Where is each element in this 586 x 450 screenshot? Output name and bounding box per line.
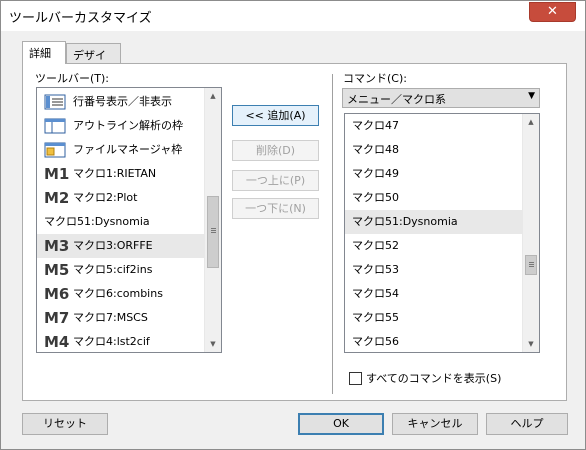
macro-icon: M5 — [44, 261, 70, 279]
command-item-label: マクロ53 — [352, 263, 399, 276]
toolbar-item[interactable]: マクロ51:Dysnomia — [37, 210, 205, 234]
toolbar-item-label: マクロ2:Plot — [73, 191, 138, 204]
command-item-label: マクロ55 — [352, 311, 399, 324]
command-item[interactable]: マクロ52 — [345, 234, 523, 258]
line-number-icon — [44, 94, 66, 110]
command-item-label: マクロ50 — [352, 191, 399, 204]
command-category-value: メニュー／マクロ系 — [347, 93, 446, 106]
command-listbox[interactable]: マクロ47 マクロ48 マクロ49 マクロ50 マクロ51:Dysnomia マ… — [344, 113, 540, 353]
toolbar-item-label: マクロ7:MSCS — [73, 311, 148, 324]
macro-icon: M7 — [44, 309, 70, 327]
command-item-label: マクロ52 — [352, 239, 399, 252]
toolbar-item[interactable]: M6 マクロ6:combins — [37, 282, 205, 306]
toolbar-item[interactable]: M1 マクロ1:RIETAN — [37, 162, 205, 186]
command-item-label: マクロ48 — [352, 143, 399, 156]
macro-icon: M3 — [44, 237, 70, 255]
command-item[interactable]: マクロ47 — [345, 114, 523, 138]
scroll-thumb[interactable] — [207, 196, 219, 268]
scroll-down-arrow-icon[interactable]: ▼ — [523, 336, 539, 352]
command-item[interactable]: マクロ56 — [345, 330, 523, 352]
command-item-selected[interactable]: マクロ51:Dysnomia — [345, 210, 523, 234]
customize-toolbar-dialog: ツールバーカスタマイズ ✕ 詳細 デザイン ツールバー(T): 行番号表示／非表… — [0, 0, 586, 450]
dialog-title: ツールバーカスタマイズ — [9, 11, 152, 26]
scroll-up-arrow-icon[interactable]: ▲ — [205, 88, 221, 104]
toolbar-item[interactable]: ファイルマネージャ枠 — [37, 138, 205, 162]
scroll-thumb[interactable] — [525, 255, 537, 275]
add-button[interactable]: << 追加(A) — [232, 105, 319, 126]
toolbar-item-label: アウトライン解析の枠 — [73, 119, 183, 132]
toolbar-item-label: 行番号表示／非表示 — [73, 95, 172, 108]
chevron-down-icon: ▼ — [528, 91, 535, 101]
move-down-button[interactable]: 一つ下に(N) — [232, 198, 319, 219]
command-item-label: マクロ51:Dysnomia — [352, 215, 458, 228]
toolbar-item[interactable]: 行番号表示／非表示 — [37, 90, 205, 114]
column-divider — [332, 74, 333, 394]
title-bar: ツールバーカスタマイズ ✕ — [1, 1, 585, 31]
tab-design[interactable]: デザイン — [66, 43, 121, 78]
remove-button[interactable]: 削除(D) — [232, 140, 319, 161]
scroll-up-arrow-icon[interactable]: ▲ — [523, 114, 539, 130]
toolbar-item-label: ファイルマネージャ枠 — [73, 143, 183, 156]
ok-button[interactable]: OK — [298, 413, 384, 435]
command-item-label: マクロ47 — [352, 119, 399, 132]
reset-button[interactable]: リセット — [22, 413, 108, 435]
macro-icon: M2 — [44, 189, 70, 207]
toolbar-item[interactable]: M5 マクロ5:cif2ins — [37, 258, 205, 282]
command-category-select[interactable]: メニュー／マクロ系 ▼ — [342, 88, 540, 108]
toolbar-item[interactable]: アウトライン解析の枠 — [37, 114, 205, 138]
command-list-label: コマンド(C): — [343, 72, 407, 85]
macro-icon: M6 — [44, 285, 70, 303]
show-all-commands-label[interactable]: すべてのコマンドを表示(S) — [366, 370, 501, 386]
macro-icon: M4 — [44, 333, 70, 351]
file-manager-icon — [44, 142, 66, 158]
move-up-button[interactable]: 一つ上に(P) — [232, 170, 319, 191]
toolbar-list-scrollbar[interactable]: ▲ ▼ — [204, 88, 221, 352]
command-item-label: マクロ54 — [352, 287, 399, 300]
toolbar-item-label: マクロ1:RIETAN — [73, 167, 157, 180]
toolbar-listbox[interactable]: 行番号表示／非表示 アウトライン解析の枠 ファイルマネージャ枠 M1 マクロ1:… — [36, 87, 222, 353]
toolbar-item-label: マクロ5:cif2ins — [73, 263, 153, 276]
toolbar-item-label: マクロ4:lst2cif — [73, 335, 150, 348]
toolbar-item[interactable]: M2 マクロ2:Plot — [37, 186, 205, 210]
command-item[interactable]: マクロ50 — [345, 186, 523, 210]
toolbar-item-label: マクロ51:Dysnomia — [44, 215, 150, 228]
toolbar-item[interactable]: M4 マクロ4:lst2cif — [37, 330, 205, 352]
scroll-down-arrow-icon[interactable]: ▼ — [205, 336, 221, 352]
toolbar-item-selected[interactable]: M3 マクロ3:ORFFE — [37, 234, 205, 258]
help-button[interactable]: ヘルプ — [486, 413, 568, 435]
close-button[interactable]: ✕ — [529, 2, 576, 22]
command-item[interactable]: マクロ54 — [345, 282, 523, 306]
command-item[interactable]: マクロ55 — [345, 306, 523, 330]
toolbar-item[interactable]: M7 マクロ7:MSCS — [37, 306, 205, 330]
toolbar-item-label: マクロ3:ORFFE — [73, 239, 153, 252]
command-item-label: マクロ49 — [352, 167, 399, 180]
tab-detail[interactable]: 詳細 — [22, 41, 66, 64]
show-all-commands-checkbox[interactable] — [349, 372, 362, 385]
macro-icon: M1 — [44, 165, 70, 183]
command-list-scrollbar[interactable]: ▲ ▼ — [522, 114, 539, 352]
toolbar-item-label: マクロ6:combins — [73, 287, 163, 300]
command-item[interactable]: マクロ49 — [345, 162, 523, 186]
command-item[interactable]: マクロ48 — [345, 138, 523, 162]
command-item-label: マクロ56 — [352, 335, 399, 348]
command-item[interactable]: マクロ53 — [345, 258, 523, 282]
toolbar-list-label: ツールバー(T): — [35, 72, 110, 85]
outline-pane-icon — [44, 118, 66, 134]
cancel-button[interactable]: キャンセル — [392, 413, 478, 435]
